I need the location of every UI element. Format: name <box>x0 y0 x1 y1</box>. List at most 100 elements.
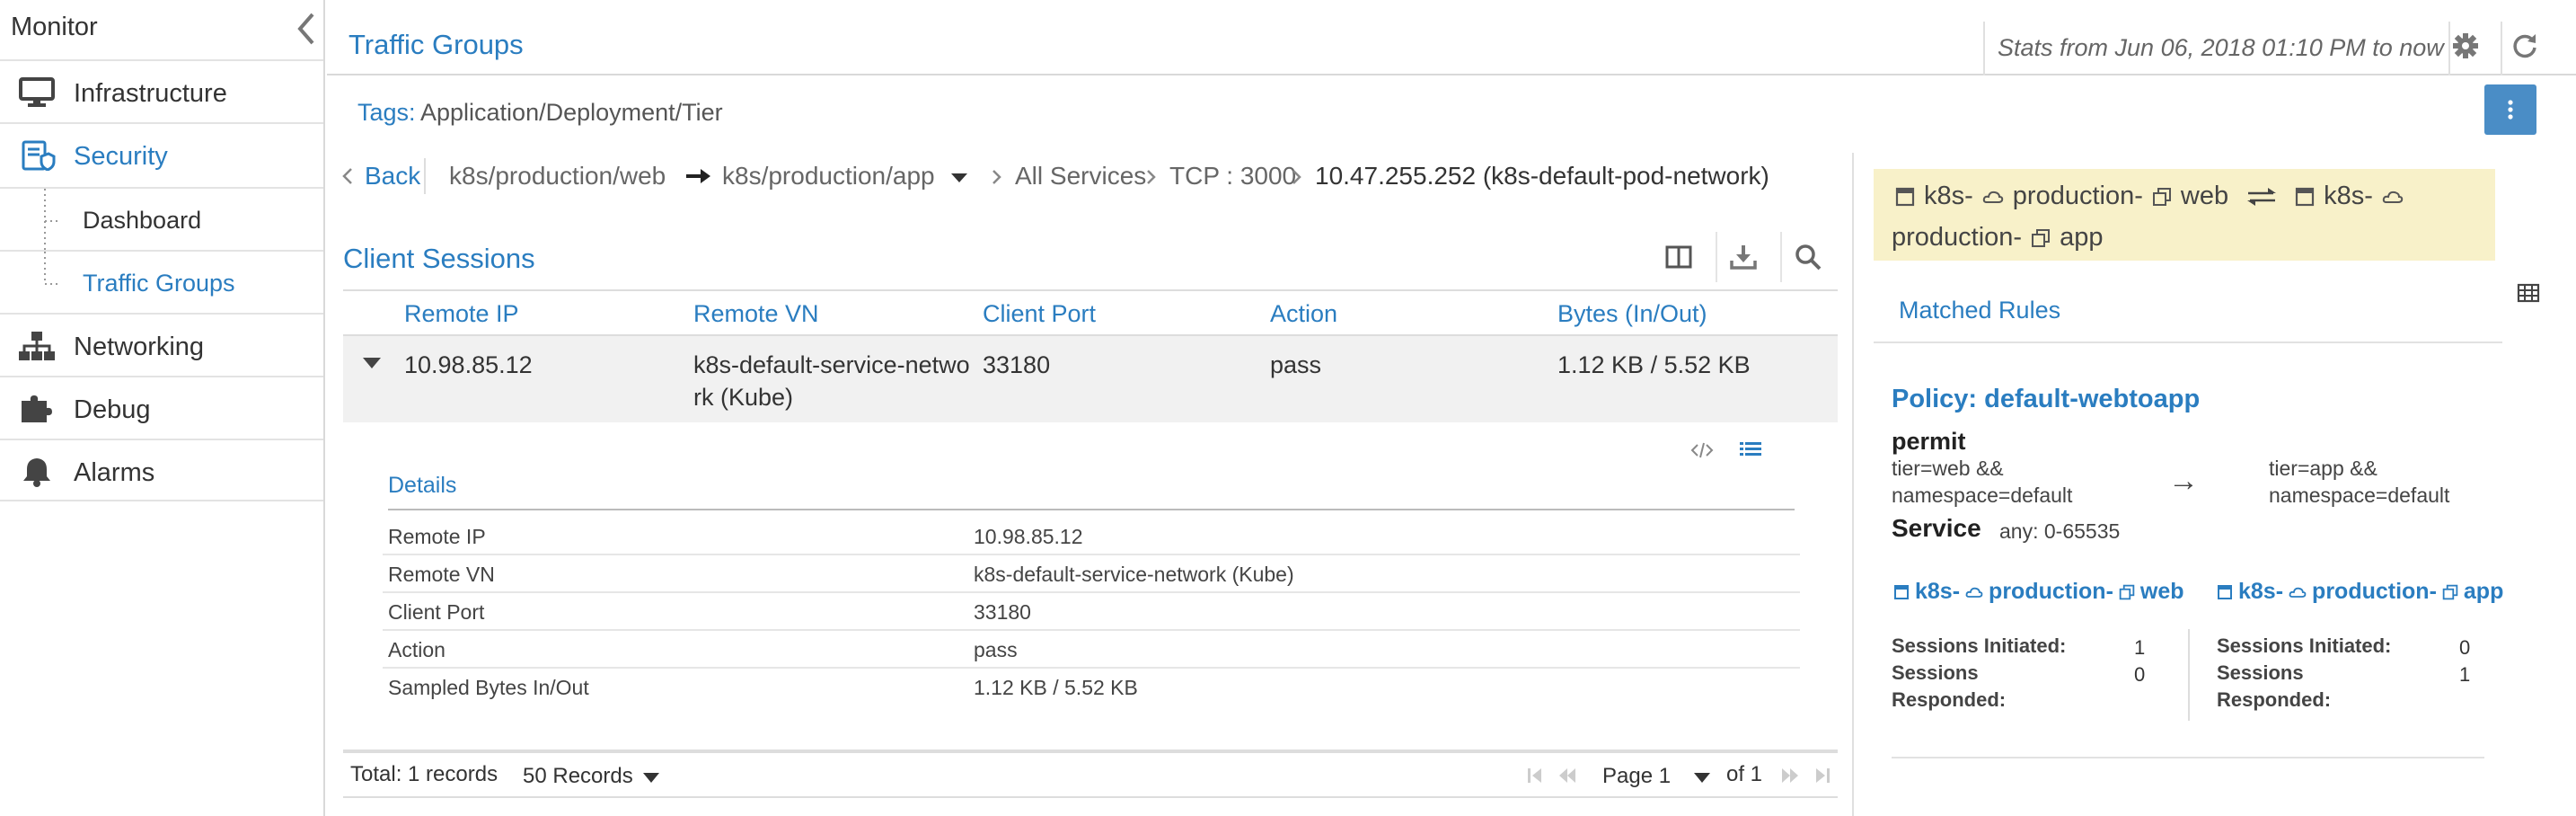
breadcrumb-services[interactable]: All Services <box>1015 162 1146 191</box>
sessions-initiated-label: Sessions Initiated: <box>2217 634 2392 657</box>
source-endpoint-link[interactable]: k8s- production- web <box>1893 579 2184 605</box>
breadcrumb-source[interactable]: k8s/production/web <box>449 162 666 191</box>
columns-icon[interactable] <box>1663 243 1694 271</box>
page-caret-icon[interactable] <box>1694 773 1710 783</box>
detail-row: Remote VN k8s-default-service-network (K… <box>383 555 1800 593</box>
sidebar-item-security[interactable]: Security <box>0 122 323 185</box>
cell-bytes: 1.12 KB / 5.52 KB <box>1557 351 1751 378</box>
gear-icon[interactable] <box>2452 32 2479 59</box>
table-row[interactable]: 10.98.85.12 k8s-default-service-netwo rk… <box>343 336 1838 422</box>
path-line2: production- app <box>1892 223 2103 253</box>
sessions-responded-value: 0 <box>2134 663 2146 686</box>
column-remote-vn[interactable]: Remote VN <box>693 300 819 328</box>
column-client-port[interactable]: Client Port <box>983 300 1096 328</box>
code-view-icon[interactable] <box>1690 440 1714 460</box>
path-label: k8s- <box>2324 182 2373 210</box>
prev-page-icon[interactable] <box>1557 766 1577 785</box>
tags-value[interactable]: Application/Deployment/Tier <box>420 99 723 127</box>
path-label: web <box>2180 182 2229 210</box>
page-size-select[interactable]: 50 Records <box>523 764 633 789</box>
matched-rules-tab[interactable]: Matched Rules <box>1899 297 2060 324</box>
collapse-sidebar-icon[interactable] <box>293 11 320 47</box>
cell-remote-ip: 10.98.85.12 <box>404 351 533 378</box>
detail-key: Action <box>388 638 446 661</box>
sessions-responded-line2: Responded: <box>1892 688 2007 711</box>
breadcrumb-destination[interactable]: k8s/production/app <box>722 162 935 191</box>
toolbar-divider <box>1716 232 1717 282</box>
cell-client-port: 33180 <box>983 351 1051 378</box>
sidebar-item-alarms[interactable]: Alarms <box>0 439 323 501</box>
stats-divider <box>2188 629 2190 721</box>
application-icon <box>1893 584 1910 600</box>
panel-divider <box>1852 153 1854 816</box>
collapse-row-icon[interactable] <box>363 358 381 368</box>
arrow-right-icon <box>684 167 711 185</box>
application-icon <box>1895 187 1915 207</box>
chevron-right-icon <box>992 169 1002 185</box>
cloud-icon <box>1965 586 1983 599</box>
page-of: of 1 <box>1726 762 1763 786</box>
stats-range[interactable]: Stats from Jun 06, 2018 01:10 PM to now <box>1998 34 2444 62</box>
breadcrumb-divider <box>424 158 426 194</box>
sessions-responded-value: 1 <box>2459 663 2471 686</box>
breadcrumb-port[interactable]: TCP : 3000 <box>1169 162 1296 191</box>
bidirectional-arrow-icon <box>2246 187 2277 207</box>
cloud-icon <box>1982 190 2004 204</box>
download-icon[interactable] <box>1728 243 1759 271</box>
endpoint-label: production- <box>1989 579 2113 604</box>
page-size-caret-icon[interactable] <box>643 773 659 783</box>
sessions-initiated-label: Sessions Initiated: <box>1892 634 2067 657</box>
sidebar-subitem-dashboard[interactable]: Dashboard <box>0 187 323 252</box>
chevron-left-icon[interactable] <box>341 167 354 185</box>
sidebar-item-label: Networking <box>74 333 205 361</box>
tab-underline <box>1874 341 2502 343</box>
sidebar-subitem-traffic-groups[interactable]: Traffic Groups <box>0 250 323 313</box>
detail-row: Sampled Bytes In/Out 1.12 KB / 5.52 KB <box>383 669 1800 706</box>
monitor-icon <box>18 77 56 108</box>
sidebar-item-label: Infrastructure <box>74 79 227 108</box>
cell-remote-vn-line1: k8s-default-service-netwo <box>693 351 970 378</box>
page-select[interactable]: Page 1 <box>1602 764 1671 789</box>
next-page-icon[interactable] <box>1780 766 1800 785</box>
total-records: Total: 1 records <box>350 762 498 786</box>
rule-destination-line2: namespace=default <box>2269 483 2450 507</box>
sessions-initiated-value: 0 <box>2459 636 2471 659</box>
detail-key: Client Port <box>388 600 485 624</box>
rule-destination: tier=app && namespace=default <box>2269 455 2449 509</box>
service-label: Service <box>1892 514 1981 542</box>
column-bytes[interactable]: Bytes (In/Out) <box>1557 300 1707 328</box>
refresh-icon[interactable] <box>2511 32 2538 59</box>
panel-bottom-divider <box>1892 757 2484 758</box>
sidebar-item-label: Debug <box>74 395 151 424</box>
table-icon[interactable] <box>2517 282 2540 304</box>
bell-icon <box>18 457 56 487</box>
detail-value: pass <box>974 638 1018 661</box>
back-link[interactable]: Back <box>365 162 420 191</box>
sidebar-item-infrastructure[interactable]: Infrastructure <box>0 59 323 122</box>
first-page-icon[interactable] <box>1525 766 1545 785</box>
details-divider <box>388 509 1795 510</box>
last-page-icon[interactable] <box>1813 766 1832 785</box>
section-title: Client Sessions <box>343 243 535 274</box>
cloud-icon <box>2289 586 2307 599</box>
more-options-button[interactable] <box>2484 84 2536 135</box>
sidebar-item-debug[interactable]: Debug <box>0 376 323 439</box>
detail-value: 10.98.85.12 <box>974 525 1083 548</box>
endpoint-label: web <box>2139 579 2184 604</box>
application-icon <box>2217 584 2233 600</box>
rule-destination-line1: tier=app && <box>2269 457 2378 480</box>
column-remote-ip[interactable]: Remote IP <box>404 300 519 328</box>
destination-endpoint-link[interactable]: k8s- production- app <box>2217 579 2503 605</box>
policy-title[interactable]: Policy: default-webtoapp <box>1892 385 2200 414</box>
rule-source-line2: namespace=default <box>1892 483 2073 507</box>
caret-down-icon[interactable] <box>950 173 968 183</box>
network-icon <box>18 331 56 361</box>
path-line1: k8s- production- web k8s- <box>1895 182 2404 211</box>
sidebar-item-networking[interactable]: Networking <box>0 313 323 376</box>
search-icon[interactable] <box>1793 243 1823 271</box>
header-divider <box>2501 22 2502 75</box>
path-label: app <box>2060 223 2104 252</box>
list-view-icon[interactable] <box>1739 440 1762 460</box>
column-action[interactable]: Action <box>1270 300 1337 328</box>
sessions-responded-line2: Responded: <box>2217 688 2332 711</box>
